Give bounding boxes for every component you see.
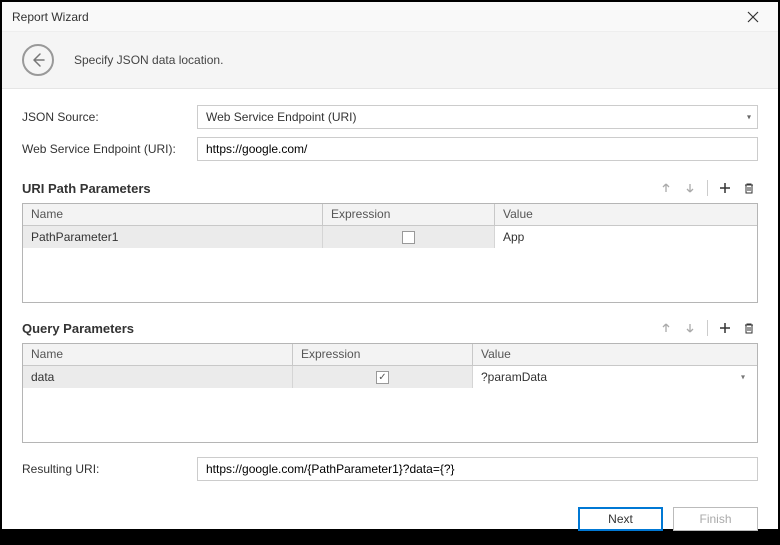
toolbar-separator xyxy=(707,320,708,336)
col-expression[interactable]: Expression xyxy=(293,344,473,365)
back-button[interactable] xyxy=(22,44,54,76)
wizard-window: Report Wizard Specify JSON data location… xyxy=(2,2,778,529)
wizard-content: JSON Source: Web Service Endpoint (URI) … xyxy=(2,89,778,497)
delete-button[interactable] xyxy=(740,179,758,197)
web-endpoint-row: Web Service Endpoint (URI): xyxy=(22,137,758,161)
col-expression[interactable]: Expression xyxy=(323,204,495,225)
json-source-combo[interactable]: Web Service Endpoint (URI) ▾ xyxy=(197,105,758,129)
arrow-down-icon xyxy=(684,182,696,194)
web-endpoint-label: Web Service Endpoint (URI): xyxy=(22,142,197,156)
trash-icon xyxy=(743,322,755,334)
uri-params-title: URI Path Parameters xyxy=(22,181,657,196)
trash-icon xyxy=(743,182,755,194)
uri-params-header: URI Path Parameters xyxy=(22,179,758,197)
json-source-label: JSON Source: xyxy=(22,110,197,124)
add-button[interactable] xyxy=(716,319,734,337)
table-row[interactable]: PathParameter1 App xyxy=(23,226,757,248)
json-source-row: JSON Source: Web Service Endpoint (URI) … xyxy=(22,105,758,129)
col-name[interactable]: Name xyxy=(23,344,293,365)
col-value[interactable]: Value xyxy=(473,344,757,365)
wizard-subtitle: Specify JSON data location. xyxy=(74,53,223,67)
table-row[interactable]: data ✓ ?paramData ▾ xyxy=(23,366,757,388)
close-button[interactable] xyxy=(738,2,768,32)
move-up-button[interactable] xyxy=(657,179,675,197)
chevron-down-icon: ▾ xyxy=(741,373,745,382)
cell-expression[interactable] xyxy=(323,226,495,248)
uri-grid-header: Name Expression Value xyxy=(23,204,757,226)
close-icon xyxy=(747,11,759,23)
resulting-uri-input[interactable] xyxy=(197,457,758,481)
expression-checkbox[interactable]: ✓ xyxy=(376,371,389,384)
plus-icon xyxy=(719,322,731,334)
wizard-footer: Next Finish xyxy=(2,497,778,545)
uri-params-grid: Name Expression Value PathParameter1 App xyxy=(22,203,758,303)
move-down-button[interactable] xyxy=(681,319,699,337)
add-button[interactable] xyxy=(716,179,734,197)
query-params-toolbar xyxy=(657,319,758,337)
grid-empty-area xyxy=(23,248,757,302)
move-down-button[interactable] xyxy=(681,179,699,197)
back-arrow-icon xyxy=(30,52,46,68)
col-value[interactable]: Value xyxy=(495,204,757,225)
json-source-value: Web Service Endpoint (URI) xyxy=(206,110,357,124)
cell-name[interactable]: PathParameter1 xyxy=(23,226,323,248)
titlebar: Report Wizard xyxy=(2,2,778,32)
window-title: Report Wizard xyxy=(12,10,738,24)
cell-name[interactable]: data xyxy=(23,366,293,388)
query-params-title: Query Parameters xyxy=(22,321,657,336)
cell-expression[interactable]: ✓ xyxy=(293,366,473,388)
col-name[interactable]: Name xyxy=(23,204,323,225)
arrow-up-icon xyxy=(660,182,672,194)
query-params-header: Query Parameters xyxy=(22,319,758,337)
cell-value[interactable]: App xyxy=(495,226,757,248)
plus-icon xyxy=(719,182,731,194)
resulting-uri-label: Resulting URI: xyxy=(22,462,197,476)
query-params-grid: Name Expression Value data ✓ ?paramData … xyxy=(22,343,758,443)
next-button[interactable]: Next xyxy=(578,507,663,531)
arrow-down-icon xyxy=(684,322,696,334)
grid-empty-area xyxy=(23,388,757,442)
delete-button[interactable] xyxy=(740,319,758,337)
uri-params-toolbar xyxy=(657,179,758,197)
arrow-up-icon xyxy=(660,322,672,334)
expression-checkbox[interactable] xyxy=(402,231,415,244)
toolbar-separator xyxy=(707,180,708,196)
value-combo[interactable]: ?paramData ▾ xyxy=(481,370,749,384)
resulting-uri-row: Resulting URI: xyxy=(22,457,758,481)
move-up-button[interactable] xyxy=(657,319,675,337)
wizard-header: Specify JSON data location. xyxy=(2,32,778,89)
cell-value[interactable]: ?paramData ▾ xyxy=(473,366,757,388)
chevron-down-icon: ▾ xyxy=(747,113,751,122)
web-endpoint-input[interactable] xyxy=(197,137,758,161)
query-grid-header: Name Expression Value xyxy=(23,344,757,366)
finish-button: Finish xyxy=(673,507,758,531)
